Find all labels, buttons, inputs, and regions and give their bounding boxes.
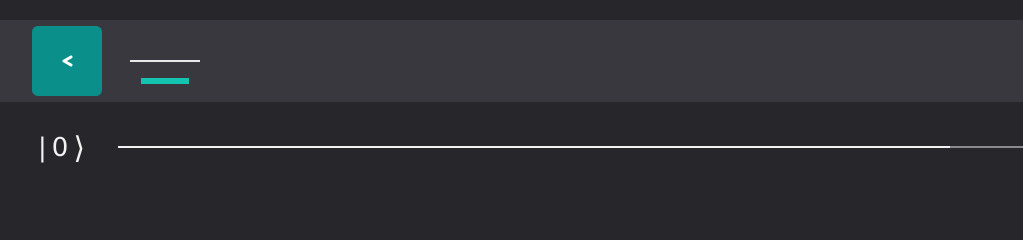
qubit-row: | 0 ⟩ [0,102,1023,200]
qubit-initial-state-label[interactable]: | 0 ⟩ [38,128,86,168]
qubit-wire-tail [950,146,1023,148]
active-underline [141,78,189,84]
menu-line [130,60,200,62]
toolbar [0,20,1023,102]
back-button[interactable] [32,26,102,96]
circuit-editor: | 0 ⟩ [0,0,1023,200]
ket-state: 0 [51,133,70,163]
ket-close: ⟩ [73,130,87,166]
qubit-wire[interactable] [118,146,950,148]
top-strip [0,0,1023,20]
menu-icon[interactable] [130,58,200,88]
ket-open: | [38,133,48,163]
chevron-left-icon [62,55,73,67]
